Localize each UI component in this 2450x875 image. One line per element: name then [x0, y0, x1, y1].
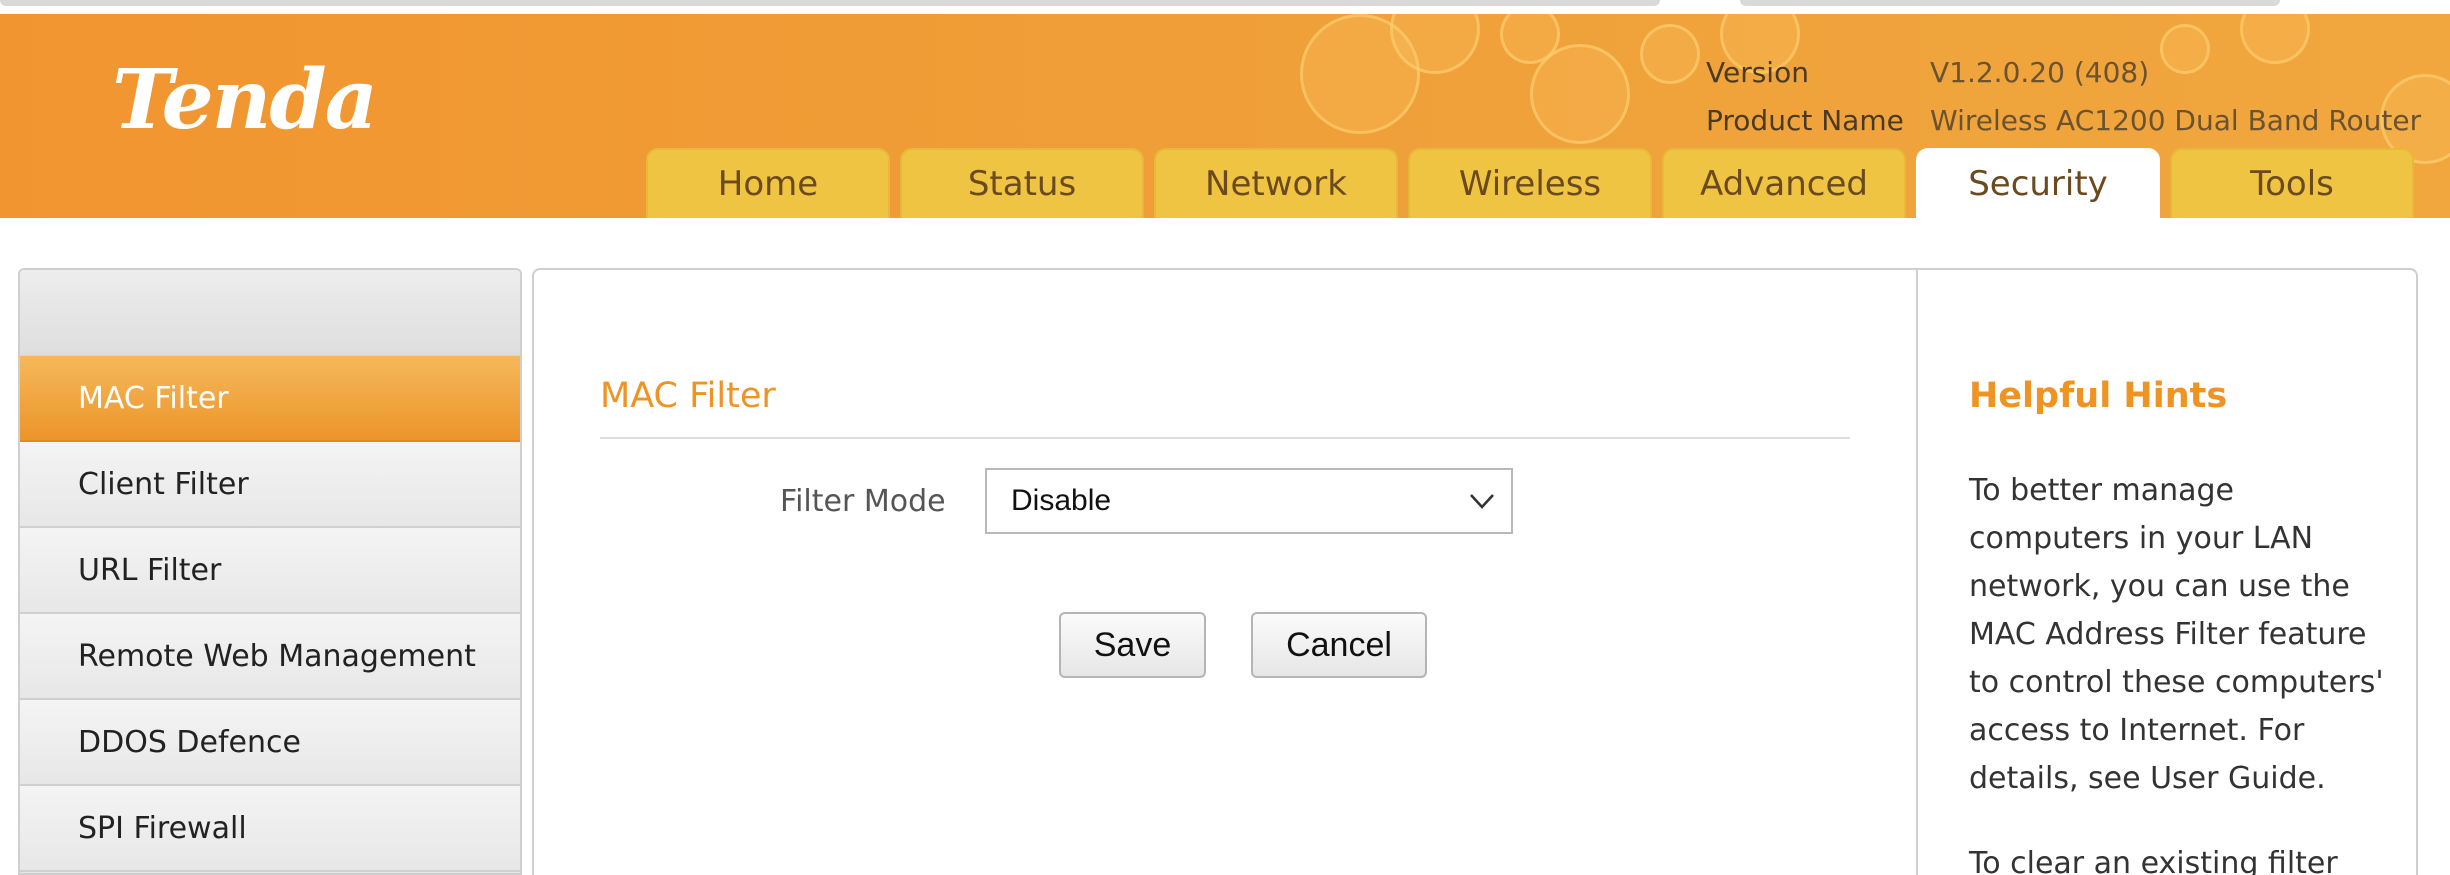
sidebar-item-spi-firewall[interactable]: SPI Firewall: [20, 786, 520, 872]
product-name-label: Product Name: [1706, 104, 1904, 137]
hints-divider: [1916, 270, 1918, 875]
sidebar-item-url-filter[interactable]: URL Filter: [20, 528, 520, 614]
tenda-logo: Tenda: [112, 52, 378, 148]
sidebar-menu: MAC Filter Client Filter URL Filter Remo…: [18, 268, 522, 875]
tab-wireless[interactable]: Wireless: [1408, 148, 1652, 218]
chevron-down-icon: [1470, 494, 1494, 509]
decor-bubble: [2160, 24, 2210, 74]
main-nav-tabs: Home Status Network Wireless Advanced Se…: [646, 148, 2414, 218]
tab-home[interactable]: Home: [646, 148, 890, 218]
helpful-hints-title: Helpful Hints: [1969, 376, 2228, 416]
save-button[interactable]: Save: [1059, 612, 1206, 678]
tab-tools[interactable]: Tools: [2170, 148, 2414, 218]
tab-security[interactable]: Security: [1916, 148, 2160, 218]
filter-mode-value: Disable: [1011, 484, 1112, 517]
sidebar-item-client-filter[interactable]: Client Filter: [20, 442, 520, 528]
browser-bar-right: [1740, 0, 2280, 6]
tab-network[interactable]: Network: [1154, 148, 1398, 218]
page-title: MAC Filter: [600, 376, 776, 416]
filter-mode-label: Filter Mode: [780, 484, 946, 519]
helpful-hints-text-continued: To clear an existing filter: [1969, 846, 2338, 875]
filter-mode-select[interactable]: Disable: [985, 468, 1513, 534]
title-divider: [600, 437, 1850, 439]
version-value: V1.2.0.20 (408): [1930, 56, 2150, 89]
decor-bubble: [2240, 14, 2310, 64]
tab-advanced[interactable]: Advanced: [1662, 148, 1906, 218]
decor-bubble: [1640, 24, 1700, 84]
sidebar-item-mac-filter[interactable]: MAC Filter: [20, 356, 520, 442]
sidebar-header: [20, 270, 520, 356]
tab-status[interactable]: Status: [900, 148, 1144, 218]
browser-bar-left: [0, 0, 1660, 6]
cancel-button[interactable]: Cancel: [1251, 612, 1427, 678]
sidebar-item-remote-web-management[interactable]: Remote Web Management: [20, 614, 520, 700]
product-name-value: Wireless AC1200 Dual Band Router: [1930, 104, 2422, 137]
header-banner: Tenda Version V1.2.0.20 (408) Product Na…: [0, 14, 2450, 218]
helpful-hints-text: To better manage computers in your LAN n…: [1969, 473, 2384, 796]
browser-top-edge: [0, 0, 2450, 14]
version-label: Version: [1706, 56, 1809, 89]
sidebar-item-ddos-defence[interactable]: DDOS Defence: [20, 700, 520, 786]
